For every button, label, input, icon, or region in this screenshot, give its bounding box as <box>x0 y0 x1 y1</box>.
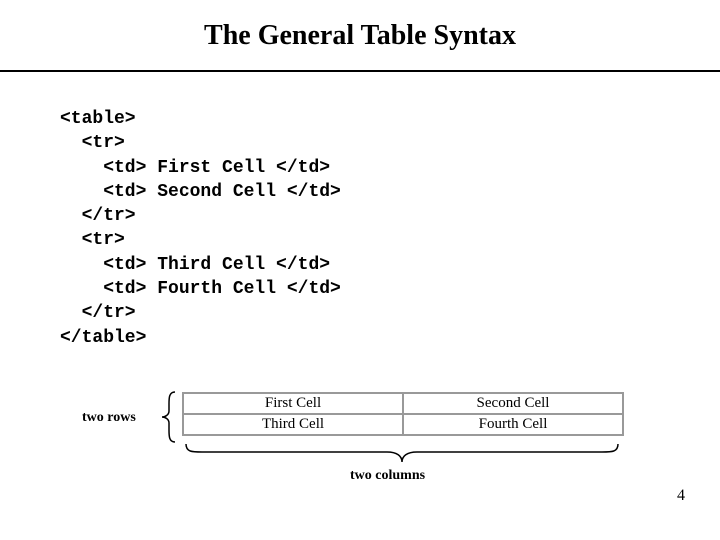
code-line: <table> <box>60 109 136 129</box>
code-line: </tr> <box>60 303 136 323</box>
title-divider <box>0 70 720 72</box>
code-line: <tr> <box>60 133 125 153</box>
table-row: First Cell Second Cell <box>183 393 623 414</box>
code-line: <tr> <box>60 230 125 250</box>
code-line: <td> Third Cell </td> <box>60 255 330 275</box>
diagram-area: two rows First Cell Second Cell Third Ce… <box>0 380 720 520</box>
code-line: <td> Second Cell </td> <box>60 182 341 202</box>
example-table: First Cell Second Cell Third Cell Fourth… <box>182 392 624 436</box>
code-line: <td> Fourth Cell </td> <box>60 279 341 299</box>
brace-bottom-icon <box>182 442 622 468</box>
table-cell: Third Cell <box>183 414 403 435</box>
code-line: </tr> <box>60 206 136 226</box>
code-block: <table> <tr> <td> First Cell </td> <td> … <box>60 107 720 350</box>
table-cell: Second Cell <box>403 393 623 414</box>
table-cell: Fourth Cell <box>403 414 623 435</box>
brace-left-icon <box>155 390 179 444</box>
table-row: Third Cell Fourth Cell <box>183 414 623 435</box>
page-title: The General Table Syntax <box>0 0 720 70</box>
rows-label: two rows <box>82 410 136 426</box>
code-line: </table> <box>60 328 146 348</box>
page-number: 4 <box>677 487 685 505</box>
table-cell: First Cell <box>183 393 403 414</box>
cols-label: two columns <box>350 468 425 484</box>
code-line: <td> First Cell </td> <box>60 158 330 178</box>
